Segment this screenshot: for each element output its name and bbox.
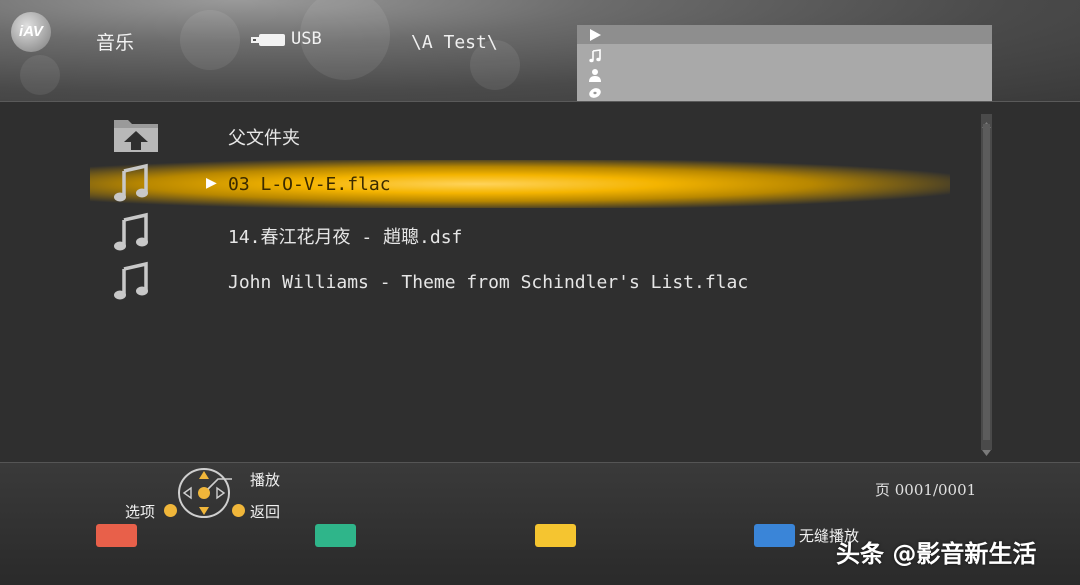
back-dot-icon — [232, 504, 245, 517]
source-indicator: USB — [251, 29, 322, 49]
parent-folder-icon — [112, 114, 160, 158]
dpad-hint-icon — [178, 467, 232, 519]
scroll-up-icon[interactable] — [981, 114, 992, 128]
music-note-icon — [112, 212, 160, 256]
red-key-button[interactable] — [96, 524, 137, 547]
back-hint-label: 返回 — [250, 503, 281, 521]
selection-highlight — [90, 160, 950, 208]
options-hint-label: 选项 — [125, 503, 156, 521]
bokeh-decoration — [180, 10, 240, 70]
music-note-icon — [588, 48, 602, 63]
bokeh-decoration — [20, 55, 60, 95]
source-label: USB — [291, 29, 322, 49]
page-indicator: 页 0001/0001 — [875, 481, 977, 499]
usb-icon — [251, 32, 287, 46]
music-note-icon — [112, 163, 160, 207]
filter-tracks[interactable] — [577, 46, 992, 65]
disc-icon — [588, 84, 602, 98]
now-playing-marker: ▶ — [206, 175, 217, 191]
list-item-track-selected[interactable]: ▶ 03 L-O-V-E.flac — [0, 160, 960, 208]
music-note-icon — [112, 261, 160, 305]
scroll-down-icon[interactable] — [981, 442, 992, 456]
list-item-parent-folder[interactable]: 父文件夹 — [0, 114, 960, 162]
filter-all[interactable] — [577, 25, 992, 44]
list-item-track[interactable]: 14.春江花月夜 - 趙聰.dsf — [0, 210, 960, 258]
blue-key-button[interactable] — [754, 524, 795, 547]
filter-panel — [577, 25, 992, 101]
green-key-button[interactable] — [315, 524, 356, 547]
yellow-key-button[interactable] — [535, 524, 576, 547]
header-bar: iAV 音乐 USB \A Test\ — [0, 0, 1080, 102]
list-item-label: 14.春江花月夜 - 趙聰.dsf — [228, 227, 463, 248]
current-path: \A Test\ — [411, 32, 498, 53]
watermark: 头条 @影音新生活 — [836, 540, 1037, 568]
person-icon — [588, 67, 602, 82]
play-icon — [588, 27, 602, 41]
list-item-track[interactable]: John Williams - Theme from Schindler's L… — [0, 259, 960, 307]
list-scrollbar[interactable] — [981, 114, 992, 456]
brand-logo: iAV — [11, 12, 51, 52]
page-title: 音乐 — [96, 32, 135, 54]
list-item-label: John Williams - Theme from Schindler's L… — [228, 272, 749, 293]
filter-album[interactable] — [577, 82, 992, 101]
options-dot-icon — [164, 504, 177, 517]
scroll-thumb[interactable] — [983, 124, 990, 440]
play-hint-label: 播放 — [250, 471, 281, 489]
list-item-label: 父文件夹 — [228, 128, 300, 149]
file-list: 父文件夹 ▶ 03 L-O-V-E.flac 14.春江花月夜 - 趙聰.dsf — [0, 102, 1080, 462]
list-item-label: 03 L-O-V-E.flac — [228, 174, 391, 195]
